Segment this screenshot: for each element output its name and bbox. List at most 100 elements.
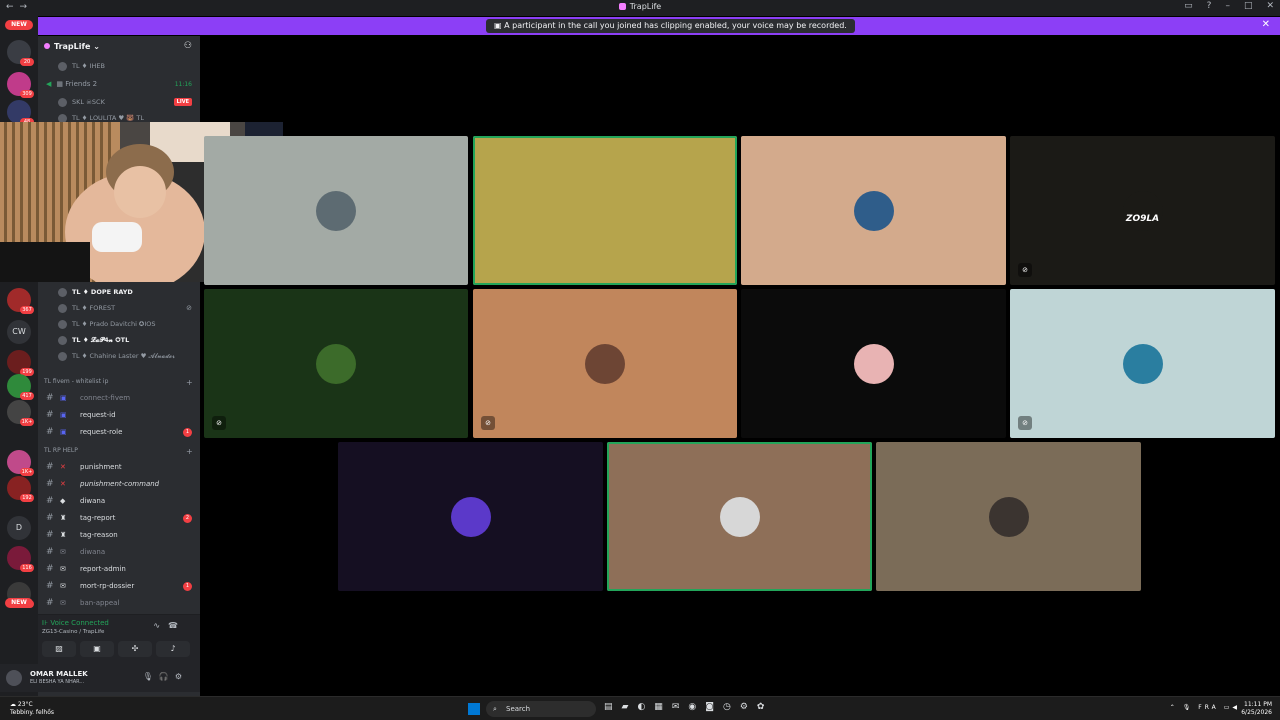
- add-channel-icon[interactable]: +: [186, 447, 193, 456]
- server-icon-2[interactable]: 48: [7, 100, 34, 126]
- channel-tag-report[interactable]: ›#♜tag-report2: [38, 510, 200, 526]
- server-label: D: [15, 523, 23, 532]
- close-window-button[interactable]: ✕: [1266, 1, 1274, 11]
- start-button[interactable]: [468, 703, 480, 715]
- language-indicator[interactable]: FRA: [1198, 704, 1218, 711]
- server-icon-9[interactable]: 1K+: [7, 450, 34, 476]
- camera-button[interactable]: ▨: [42, 641, 76, 657]
- voice-member[interactable]: TL ♦ FOREST: [58, 302, 115, 314]
- speaker-icon: ◀: [46, 80, 52, 88]
- participant-tile[interactable]: [607, 442, 872, 591]
- taskbar-clock[interactable]: 11:11 PM 6/25/2026: [1241, 701, 1272, 717]
- voice-member[interactable]: TL ♦ IHEB: [58, 60, 105, 72]
- category-header[interactable]: TL RP HELP +: [44, 447, 193, 456]
- banner-close-button[interactable]: ✕: [1262, 19, 1270, 30]
- soundboard-button[interactable]: ♪: [156, 641, 190, 657]
- server-icon-5[interactable]: CW: [7, 320, 31, 344]
- channel-ban-appeal[interactable]: ›#✉ban-appeal: [38, 595, 200, 611]
- voice-panel: ⊪ Voice Connected ZG13-Casino / TrapLife…: [38, 614, 200, 670]
- avatar: [316, 190, 356, 231]
- avatar: [1122, 343, 1163, 384]
- member-name: TL ♦ FOREST: [72, 304, 116, 312]
- participant-tile[interactable]: [741, 136, 1006, 285]
- steam-icon[interactable]: ⚙: [740, 702, 757, 712]
- participant-tile[interactable]: ⊘: [1010, 289, 1275, 438]
- channel-punishment[interactable]: ›#✕punishment: [38, 459, 200, 475]
- participant-tile[interactable]: [876, 442, 1141, 591]
- chrome-icon[interactable]: ◉: [688, 702, 705, 712]
- voice-channel-path[interactable]: ZG13-Casino / TrapLife: [42, 629, 104, 635]
- participant-tile[interactable]: ⊘: [204, 289, 468, 438]
- file-explorer-icon[interactable]: ▰: [622, 702, 638, 712]
- channel-request-id[interactable]: ›#▣request-id: [38, 407, 200, 423]
- server-icon-1[interactable]: 309: [7, 72, 34, 98]
- clock-app-icon[interactable]: ◷: [723, 702, 740, 712]
- inbox-icon[interactable]: ▭: [1184, 1, 1193, 11]
- server-icon-10[interactable]: 192: [7, 476, 34, 502]
- user-name[interactable]: OMAR MALLEK: [30, 670, 88, 678]
- participant-tile[interactable]: [473, 136, 737, 285]
- participant-tile[interactable]: [741, 289, 1006, 438]
- participant-tile[interactable]: ⊘: [473, 289, 737, 438]
- help-icon[interactable]: ?: [1207, 1, 1212, 11]
- screenshare-button[interactable]: ▣: [80, 641, 114, 657]
- store-icon[interactable]: ▦: [654, 702, 672, 712]
- new-pill-bottom[interactable]: NEW: [5, 598, 33, 608]
- activities-button[interactable]: ✣: [118, 641, 152, 657]
- minimize-button[interactable]: –: [1225, 1, 1230, 11]
- discord-icon[interactable]: ◙: [705, 702, 723, 712]
- voice-status[interactable]: ⊪ Voice Connected: [42, 619, 109, 627]
- avatar[interactable]: [6, 670, 22, 686]
- server-icon-8[interactable]: 1K+: [7, 400, 34, 426]
- chevron-up-icon[interactable]: ⌃: [1170, 704, 1178, 711]
- channel-type-icon: ✕: [60, 480, 66, 488]
- channel-connect-fivem[interactable]: ›#▣connect-fivem: [38, 390, 200, 406]
- task-view-icon[interactable]: ▤: [604, 702, 622, 712]
- avatar: [988, 496, 1029, 537]
- volume-icon[interactable]: ◀: [1232, 704, 1240, 711]
- voice-channel-friends[interactable]: ◀ ▦ Friends 2: [46, 80, 97, 88]
- add-channel-icon[interactable]: +: [186, 378, 193, 387]
- server-icon-12[interactable]: 116: [7, 546, 34, 572]
- server-icon-4[interactable]: 367: [7, 288, 34, 314]
- noise-suppression-icon[interactable]: ∿: [153, 621, 168, 630]
- voice-member[interactable]: SKL ☠SCK: [58, 96, 105, 108]
- microphone-icon[interactable]: 🎙: [143, 672, 159, 681]
- server-name[interactable]: TrapLife ⌄: [44, 42, 100, 51]
- channel-diwana[interactable]: ›#◆diwana: [38, 493, 200, 509]
- channel-report-admin[interactable]: ›#✉report-admin: [38, 561, 200, 577]
- new-pill-top[interactable]: NEW: [5, 20, 33, 30]
- channel-diwana[interactable]: ›#✉diwana: [38, 544, 200, 560]
- channel-mort-rp-dossier[interactable]: ›#✉mort-rp-dossier1: [38, 578, 200, 594]
- headphones-icon[interactable]: 🎧: [159, 672, 175, 681]
- maximize-button[interactable]: □: [1244, 1, 1253, 11]
- voice-member[interactable]: TL ♦ DOPE RAYD: [58, 286, 133, 298]
- mic-muted-icon: ⊘: [212, 416, 226, 430]
- mail-icon[interactable]: ✉: [672, 702, 689, 712]
- participant-tile[interactable]: [204, 136, 468, 285]
- channel-tag-reason[interactable]: ›#♜tag-reason: [38, 527, 200, 543]
- server-icon-7[interactable]: 417: [7, 374, 34, 400]
- mic-tray-icon[interactable]: 🎙: [1183, 704, 1194, 711]
- server-icon-6[interactable]: 199: [7, 350, 34, 376]
- hash-icon: #: [46, 410, 54, 420]
- edge-icon[interactable]: ◐: [637, 702, 654, 712]
- server-icon-0[interactable]: 20: [7, 40, 34, 66]
- channel-request-role[interactable]: ›#▣request-role1: [38, 424, 200, 440]
- server-icon-11[interactable]: D: [7, 516, 31, 540]
- voice-member[interactable]: TL ♦ Prado Davitchi ✪IOS: [58, 318, 156, 330]
- weather-widget[interactable]: ☁ 23°C Tebbiny. felhős: [10, 701, 54, 717]
- clipping-banner: ▣ A participant in the call you joined h…: [30, 17, 1280, 35]
- avatar: [58, 319, 67, 329]
- taskbar-search[interactable]: ⌕ Search: [486, 701, 596, 717]
- voice-member[interactable]: TL ♦ Chahine Laster ♥ 𝓐𝓵𝓷𝓪𝓭𝓮𝓻: [58, 350, 175, 362]
- disconnect-icon[interactable]: ☎: [168, 621, 186, 630]
- participant-tile[interactable]: ZO9LA ⊘: [1010, 136, 1275, 285]
- voice-member[interactable]: TL ♦ 𝓛𝓪𝓟4𝓷 ✪TL: [58, 334, 129, 346]
- add-member-icon[interactable]: ⚇: [184, 41, 192, 51]
- participant-tile[interactable]: [338, 442, 603, 591]
- gear-icon[interactable]: ⚙: [175, 672, 188, 681]
- settings-icon[interactable]: ✿: [757, 702, 774, 712]
- channel-punishment-command[interactable]: ›#✕punishment-command: [38, 476, 200, 492]
- category-header[interactable]: TL fivem - whitelist ip +: [44, 378, 193, 387]
